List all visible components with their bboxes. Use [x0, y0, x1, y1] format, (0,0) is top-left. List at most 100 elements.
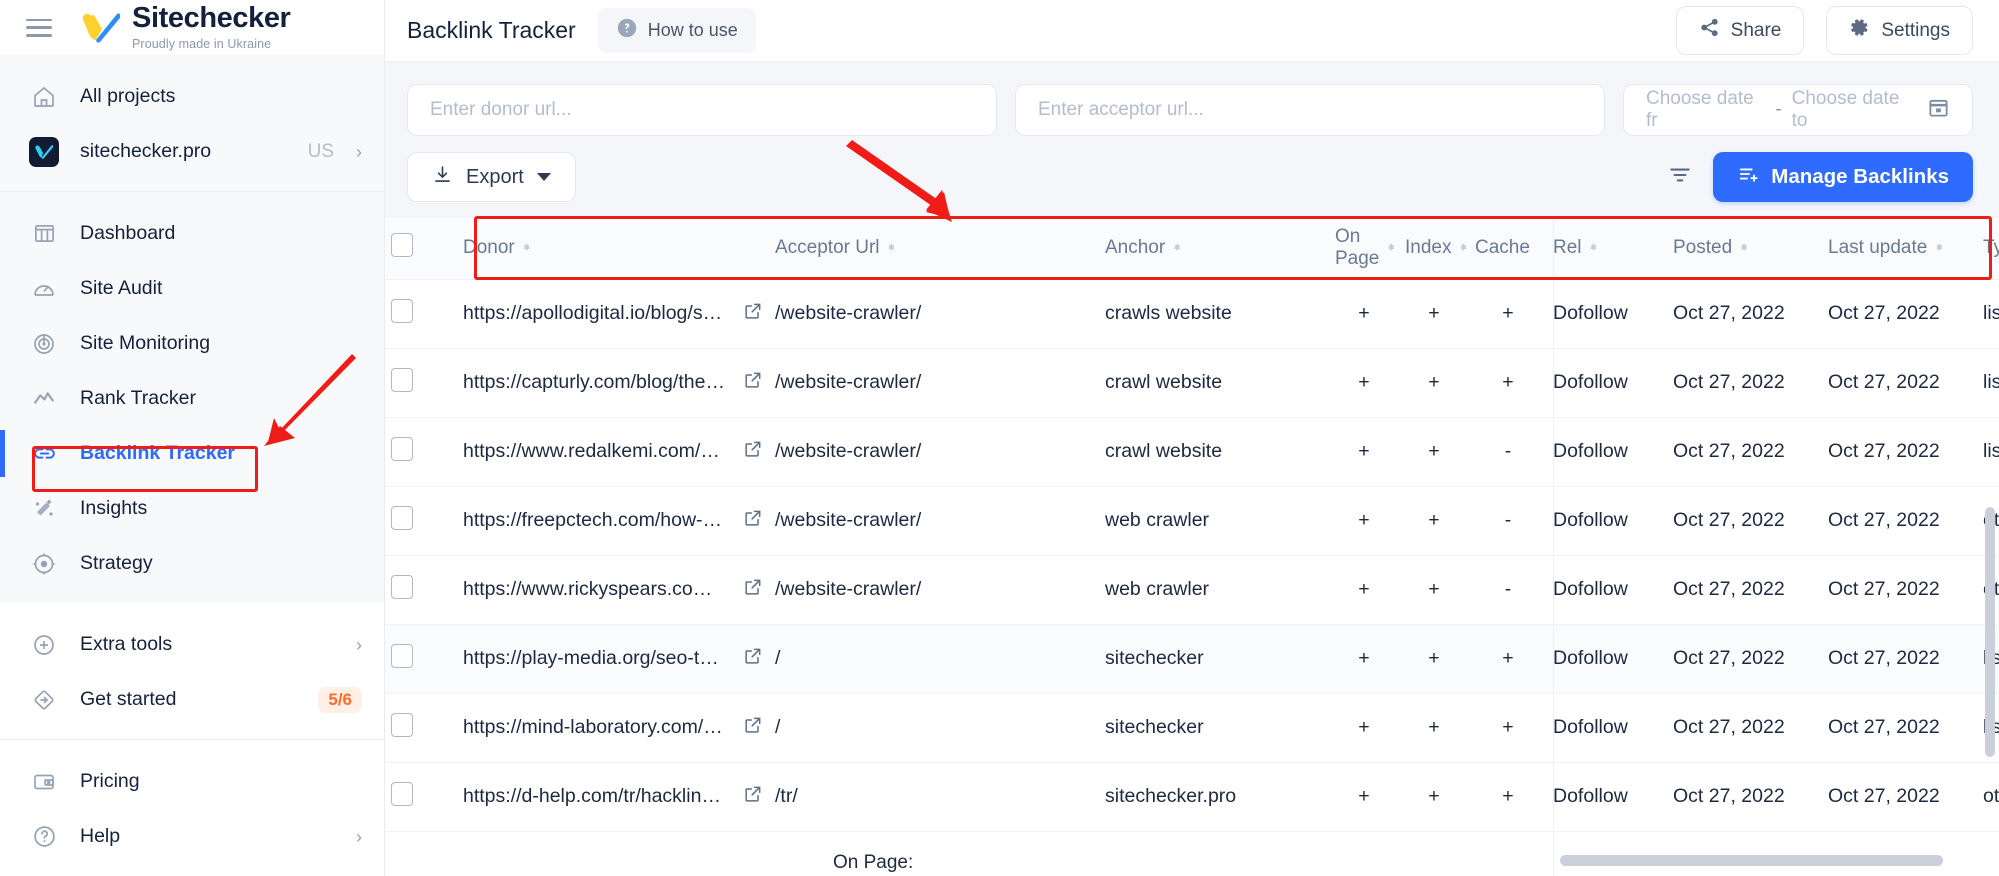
- external-link-icon[interactable]: [743, 784, 763, 810]
- date-to-placeholder: Choose date to: [1791, 88, 1900, 131]
- cell-cache: -: [1469, 486, 1547, 556]
- cell-anchor: web crawler: [1099, 555, 1329, 625]
- sort-icon[interactable]: ▲ ▼: [887, 241, 897, 253]
- table-row[interactable]: https://www.rickyspears.com/... /website-…: [385, 555, 1999, 625]
- share-button[interactable]: Share: [1675, 6, 1805, 55]
- chevron-right-icon[interactable]: ›: [356, 636, 362, 654]
- chevron-right-icon[interactable]: ›: [356, 143, 362, 161]
- sidebar-item-insights[interactable]: Insights: [0, 481, 384, 536]
- row-checkbox[interactable]: [391, 574, 413, 599]
- table-row[interactable]: https://apollodigital.io/blog/seo... /web…: [385, 279, 1999, 349]
- row-checkbox[interactable]: [391, 298, 413, 323]
- donor-url-text: https://apollodigital.io/blog/seo...: [463, 302, 727, 324]
- sort-icon[interactable]: ▲ ▼: [1386, 241, 1396, 253]
- col-cache[interactable]: Cache: [1469, 217, 1547, 280]
- donor-url-text: https://d-help.com/tr/hacklink-...: [463, 785, 727, 807]
- plus-circle-icon: [30, 631, 58, 659]
- chevron-down-icon: [536, 173, 551, 181]
- date-range-input[interactable]: Choose date fr - Choose date to: [1623, 84, 1973, 136]
- sidebar-item-label: Backlink Tracker: [80, 442, 236, 465]
- sort-icon[interactable]: ▲ ▼: [1589, 241, 1599, 253]
- table-row[interactable]: https://capturly.com/blog/the-1... /websi…: [385, 348, 1999, 418]
- col-on-page[interactable]: On Page ▲ ▼: [1329, 217, 1399, 280]
- acceptor-url-input[interactable]: Enter acceptor url...: [1015, 84, 1605, 136]
- brand-logo[interactable]: Sitechecker Proudly made in Ukraine: [80, 4, 291, 51]
- sidebar-item-strategy[interactable]: Strategy: [0, 536, 384, 591]
- sidebar-item-extra-tools[interactable]: Extra tools ›: [0, 617, 384, 672]
- external-link-icon[interactable]: [743, 439, 763, 465]
- sidebar-item-label: Extra tools: [80, 633, 173, 656]
- row-checkbox[interactable]: [391, 367, 413, 392]
- row-checkbox[interactable]: [391, 505, 413, 530]
- how-to-use-button[interactable]: How to use: [597, 8, 756, 53]
- sidebar-item-project[interactable]: sitechecker.pro US ›: [0, 124, 384, 179]
- external-link-icon[interactable]: [743, 646, 763, 672]
- hamburger-icon[interactable]: [26, 18, 52, 37]
- cell-last-update: Oct 27, 2022: [1822, 555, 1977, 625]
- external-link-icon[interactable]: [743, 370, 763, 396]
- how-to-use-label: How to use: [647, 20, 738, 40]
- vertical-scrollbar[interactable]: [1985, 507, 1995, 757]
- table-row[interactable]: https://freepctech.com/how-to... /website…: [385, 486, 1999, 556]
- col-donor[interactable]: Donor ▲ ▼: [457, 217, 769, 280]
- sidebar-item-dashboard[interactable]: Dashboard: [0, 206, 384, 261]
- col-acceptor-url[interactable]: Acceptor Url ▲ ▼: [769, 217, 1099, 280]
- col-rel[interactable]: Rel ▲ ▼: [1547, 217, 1667, 280]
- brand-row: Sitechecker Proudly made in Ukraine: [0, 0, 384, 56]
- cell-donor: https://apollodigital.io/blog/seo...: [457, 279, 769, 349]
- export-button[interactable]: Export: [407, 152, 576, 202]
- table-row[interactable]: https://d-help.com/tr/hacklink-... /tr/si…: [385, 762, 1999, 832]
- table-row[interactable]: https://mind-laboratory.com/2... / siteche…: [385, 693, 1999, 763]
- chevron-right-icon[interactable]: ›: [356, 828, 362, 846]
- select-all-checkbox[interactable]: [391, 232, 413, 257]
- col-index[interactable]: Index ▲ ▼: [1399, 217, 1469, 280]
- sort-icon[interactable]: ▲ ▼: [1739, 241, 1749, 253]
- manage-backlinks-label: Manage Backlinks: [1771, 165, 1949, 188]
- cell-anchor: crawls website: [1099, 279, 1329, 349]
- sidebar-item-label: Help: [80, 825, 121, 847]
- sidebar-item-rank-tracker[interactable]: Rank Tracker: [0, 371, 384, 426]
- table-row[interactable]: https://play-media.org/seo-tool... / sitec…: [385, 624, 1999, 694]
- external-link-icon[interactable]: [743, 577, 763, 603]
- cell-anchor: sitechecker: [1099, 693, 1329, 763]
- calendar-icon[interactable]: [1927, 96, 1950, 125]
- col-last-update[interactable]: Last update ▲ ▼: [1822, 217, 1977, 280]
- external-link-icon[interactable]: [743, 715, 763, 741]
- sort-icon[interactable]: ▲ ▼: [1458, 241, 1468, 253]
- donor-url-input[interactable]: Enter donor url...: [407, 84, 997, 136]
- manage-backlinks-button[interactable]: Manage Backlinks: [1713, 152, 1973, 202]
- row-checkbox[interactable]: [391, 781, 413, 806]
- sort-icon[interactable]: ▲ ▼: [1934, 241, 1944, 253]
- sort-icon[interactable]: ▲ ▼: [522, 241, 532, 253]
- row-checkbox[interactable]: [391, 643, 413, 668]
- cell-posted: Oct 27, 2022: [1667, 279, 1822, 349]
- sidebar-item-site-monitoring[interactable]: Site Monitoring: [0, 316, 384, 371]
- cell-last-update: Oct 27, 2022: [1822, 486, 1977, 556]
- row-checkbox[interactable]: [391, 712, 413, 737]
- sidebar-item-all-projects[interactable]: All projects: [0, 69, 384, 124]
- col-posted[interactable]: Posted ▲ ▼: [1667, 217, 1822, 280]
- cell-cache: +: [1469, 762, 1547, 832]
- col-type[interactable]: Type ▲▼: [1977, 217, 1999, 280]
- cell-on-page: +: [1329, 693, 1399, 763]
- sidebar-item-get-started[interactable]: Get started 5/6: [0, 672, 384, 727]
- page-title: Backlink Tracker: [407, 17, 576, 43]
- sidebar-item-pricing[interactable]: Pricing: [0, 754, 384, 809]
- settings-button[interactable]: Settings: [1826, 6, 1973, 55]
- sort-icon[interactable]: ▲ ▼: [1172, 241, 1182, 253]
- sidebar-item-backlink-tracker[interactable]: Backlink Tracker: [0, 426, 384, 481]
- sidebar-item-help[interactable]: Help ›: [0, 809, 384, 864]
- col-anchor[interactable]: Anchor ▲ ▼: [1099, 217, 1329, 280]
- external-link-icon[interactable]: [743, 508, 763, 534]
- radar-icon: [30, 330, 58, 358]
- filter-icon[interactable]: [1661, 156, 1699, 199]
- sidebar-projects-block: All projects sitechecker.pro US ›: [0, 55, 384, 192]
- col-acceptor-url-label: Acceptor Url: [775, 236, 880, 258]
- sidebar-item-site-audit[interactable]: Site Audit: [0, 261, 384, 316]
- row-checkbox[interactable]: [391, 436, 413, 461]
- table-row[interactable]: https://www.redalkemi.com/bl... /website-…: [385, 417, 1999, 487]
- external-link-icon[interactable]: [743, 301, 763, 327]
- cell-index: +: [1399, 348, 1469, 418]
- col-type-label: Type: [1983, 236, 1999, 258]
- horizontal-scrollbar[interactable]: [1560, 855, 1943, 866]
